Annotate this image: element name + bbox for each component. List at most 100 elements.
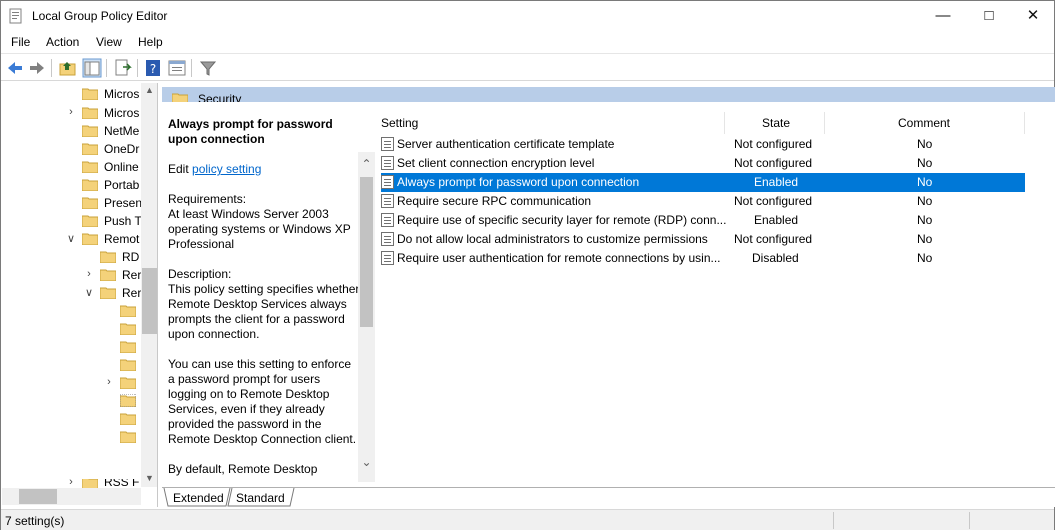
policy-row[interactable]: Do not allow local administrators to cus…: [381, 230, 1025, 249]
scroll-down-icon[interactable]: ▼: [141, 473, 157, 483]
navigation-tree: Micros › Micros NetMe OneDr Online Porta…: [2, 83, 158, 507]
extended-description-pane: Always prompt for password upon connecti…: [162, 102, 376, 487]
toolbar-separator: [191, 59, 192, 77]
policy-row[interactable]: Set client connection encryption level N…: [381, 154, 1025, 173]
edit-policy-setting-link[interactable]: policy setting: [192, 162, 261, 176]
policy-setting-icon: [381, 232, 394, 246]
tree-item[interactable]: Presen: [2, 194, 143, 212]
tree-item-label: NetMe: [104, 124, 140, 138]
toolbar: ?: [1, 53, 1054, 81]
policy-state: Disabled: [752, 251, 799, 265]
policy-row-selected[interactable]: Always prompt for password upon connecti…: [381, 173, 1025, 192]
policy-row[interactable]: Require user authentication for remote c…: [381, 249, 1025, 268]
column-header-setting[interactable]: Setting: [376, 112, 725, 134]
folder-icon: [82, 125, 98, 137]
forward-icon[interactable]: [27, 58, 47, 78]
column-header-label: Setting: [381, 116, 419, 130]
show-hide-tree-icon[interactable]: [82, 58, 102, 78]
tree-item-security[interactable]: [2, 392, 141, 410]
tree-expander-icon[interactable]: ›: [84, 268, 94, 280]
tree-expander-icon[interactable]: ∨: [66, 232, 76, 245]
folder-icon: [82, 88, 98, 100]
status-divider: [969, 512, 970, 529]
edit-prefix: Edit: [168, 162, 193, 176]
tree-item[interactable]: ∨ Rer: [2, 284, 141, 302]
tree-item[interactable]: RD: [2, 248, 141, 266]
description-more: By default, Remote Desktop: [168, 462, 318, 476]
tree-item[interactable]: › Micros: [2, 104, 141, 122]
tab-extended[interactable]: Extended: [168, 488, 228, 507]
tree-item[interactable]: [2, 356, 141, 374]
folder-icon: [100, 251, 116, 263]
tree-item[interactable]: [2, 320, 141, 338]
tree-expander-icon[interactable]: ›: [104, 376, 114, 388]
scroll-thumb[interactable]: [142, 268, 157, 334]
properties-icon[interactable]: [167, 58, 187, 78]
tab-standard[interactable]: Standard: [232, 488, 292, 507]
tree-vertical-scrollbar[interactable]: ▲ ▼: [141, 83, 157, 487]
scroll-thumb[interactable]: [19, 489, 57, 504]
scroll-up-icon[interactable]: ▲: [141, 85, 157, 95]
menu-action[interactable]: Action: [46, 35, 79, 49]
menu-help[interactable]: Help: [138, 35, 163, 49]
tree-expander-icon[interactable]: ›: [66, 106, 76, 118]
folder-icon: [120, 413, 136, 425]
menu-file[interactable]: File: [11, 35, 30, 49]
tree-item[interactable]: [2, 410, 141, 428]
tree-item[interactable]: Micros: [2, 85, 141, 103]
tree-item[interactable]: [2, 338, 141, 356]
policy-state: Enabled: [754, 175, 799, 189]
tree-item[interactable]: [2, 428, 141, 446]
tree-item-label: Remot: [104, 232, 140, 246]
tree-item[interactable]: Portab: [2, 176, 141, 194]
tree-expander-icon[interactable]: ∨: [84, 286, 94, 299]
policy-name: Do not allow local administrators to cus…: [397, 232, 708, 246]
filter-icon[interactable]: [198, 58, 218, 78]
policy-setting-icon: [381, 137, 394, 151]
tree-item-label: Rer: [122, 286, 142, 300]
policy-row[interactable]: Server authentication certificate templa…: [381, 135, 1025, 154]
tree-expander-icon[interactable]: ›: [66, 479, 76, 488]
policy-setting-icon: [381, 213, 394, 227]
column-header-state[interactable]: State: [725, 112, 825, 134]
help-icon[interactable]: ?: [144, 58, 164, 78]
up-folder-icon[interactable]: [58, 58, 78, 78]
tree-item[interactable]: NetMe: [2, 122, 141, 140]
policy-name: Set client connection encryption level: [397, 156, 595, 170]
policy-name: Server authentication certificate templa…: [397, 137, 615, 151]
minimize-button[interactable]: —: [920, 1, 966, 31]
tree-item-label: Presen: [104, 196, 143, 210]
status-count: 7 setting(s): [5, 514, 65, 528]
scroll-up-icon[interactable]: ⌃: [358, 157, 375, 171]
tree-item-remote[interactable]: ∨ Remot: [2, 230, 141, 248]
tab-label: Standard: [236, 491, 285, 505]
policy-row[interactable]: Require use of specific security layer f…: [381, 211, 1025, 230]
menu-view[interactable]: View: [96, 35, 122, 49]
scroll-down-icon[interactable]: ⌄: [358, 455, 375, 469]
tree-item[interactable]: Push T: [2, 212, 142, 230]
policy-comment: No: [917, 175, 933, 189]
column-header-comment[interactable]: Comment: [825, 112, 1025, 134]
scroll-thumb[interactable]: [360, 177, 373, 327]
back-icon[interactable]: [5, 58, 25, 78]
tree-item[interactable]: › Rer: [2, 266, 141, 284]
folder-icon: [120, 359, 136, 371]
policy-state: Enabled: [754, 213, 799, 227]
export-list-icon[interactable]: [113, 58, 133, 78]
maximize-button[interactable]: □: [966, 1, 1012, 31]
tree-item[interactable]: [2, 302, 141, 320]
window-title: Local Group Policy Editor: [32, 9, 168, 23]
tree-horizontal-scrollbar[interactable]: [2, 488, 141, 505]
folder-icon: [120, 431, 136, 443]
close-button[interactable]: ✕: [1010, 1, 1055, 31]
tree-item-label: Micros: [104, 106, 140, 120]
requirements-text: At least Windows Server 2003 operating s…: [168, 207, 351, 251]
tree-item[interactable]: ›: [2, 374, 141, 392]
tree-item-label: Push T: [104, 214, 142, 228]
policy-row[interactable]: Require secure RPC communication Not con…: [381, 192, 1025, 211]
title-bar: Local Group Policy Editor — □ ✕: [1, 1, 1054, 31]
description-scrollbar[interactable]: ⌃ ⌄: [358, 152, 375, 482]
requirements-label: Requirements:: [168, 192, 247, 206]
tree-item[interactable]: OneDr: [2, 140, 141, 158]
tree-item[interactable]: Online: [2, 158, 141, 176]
